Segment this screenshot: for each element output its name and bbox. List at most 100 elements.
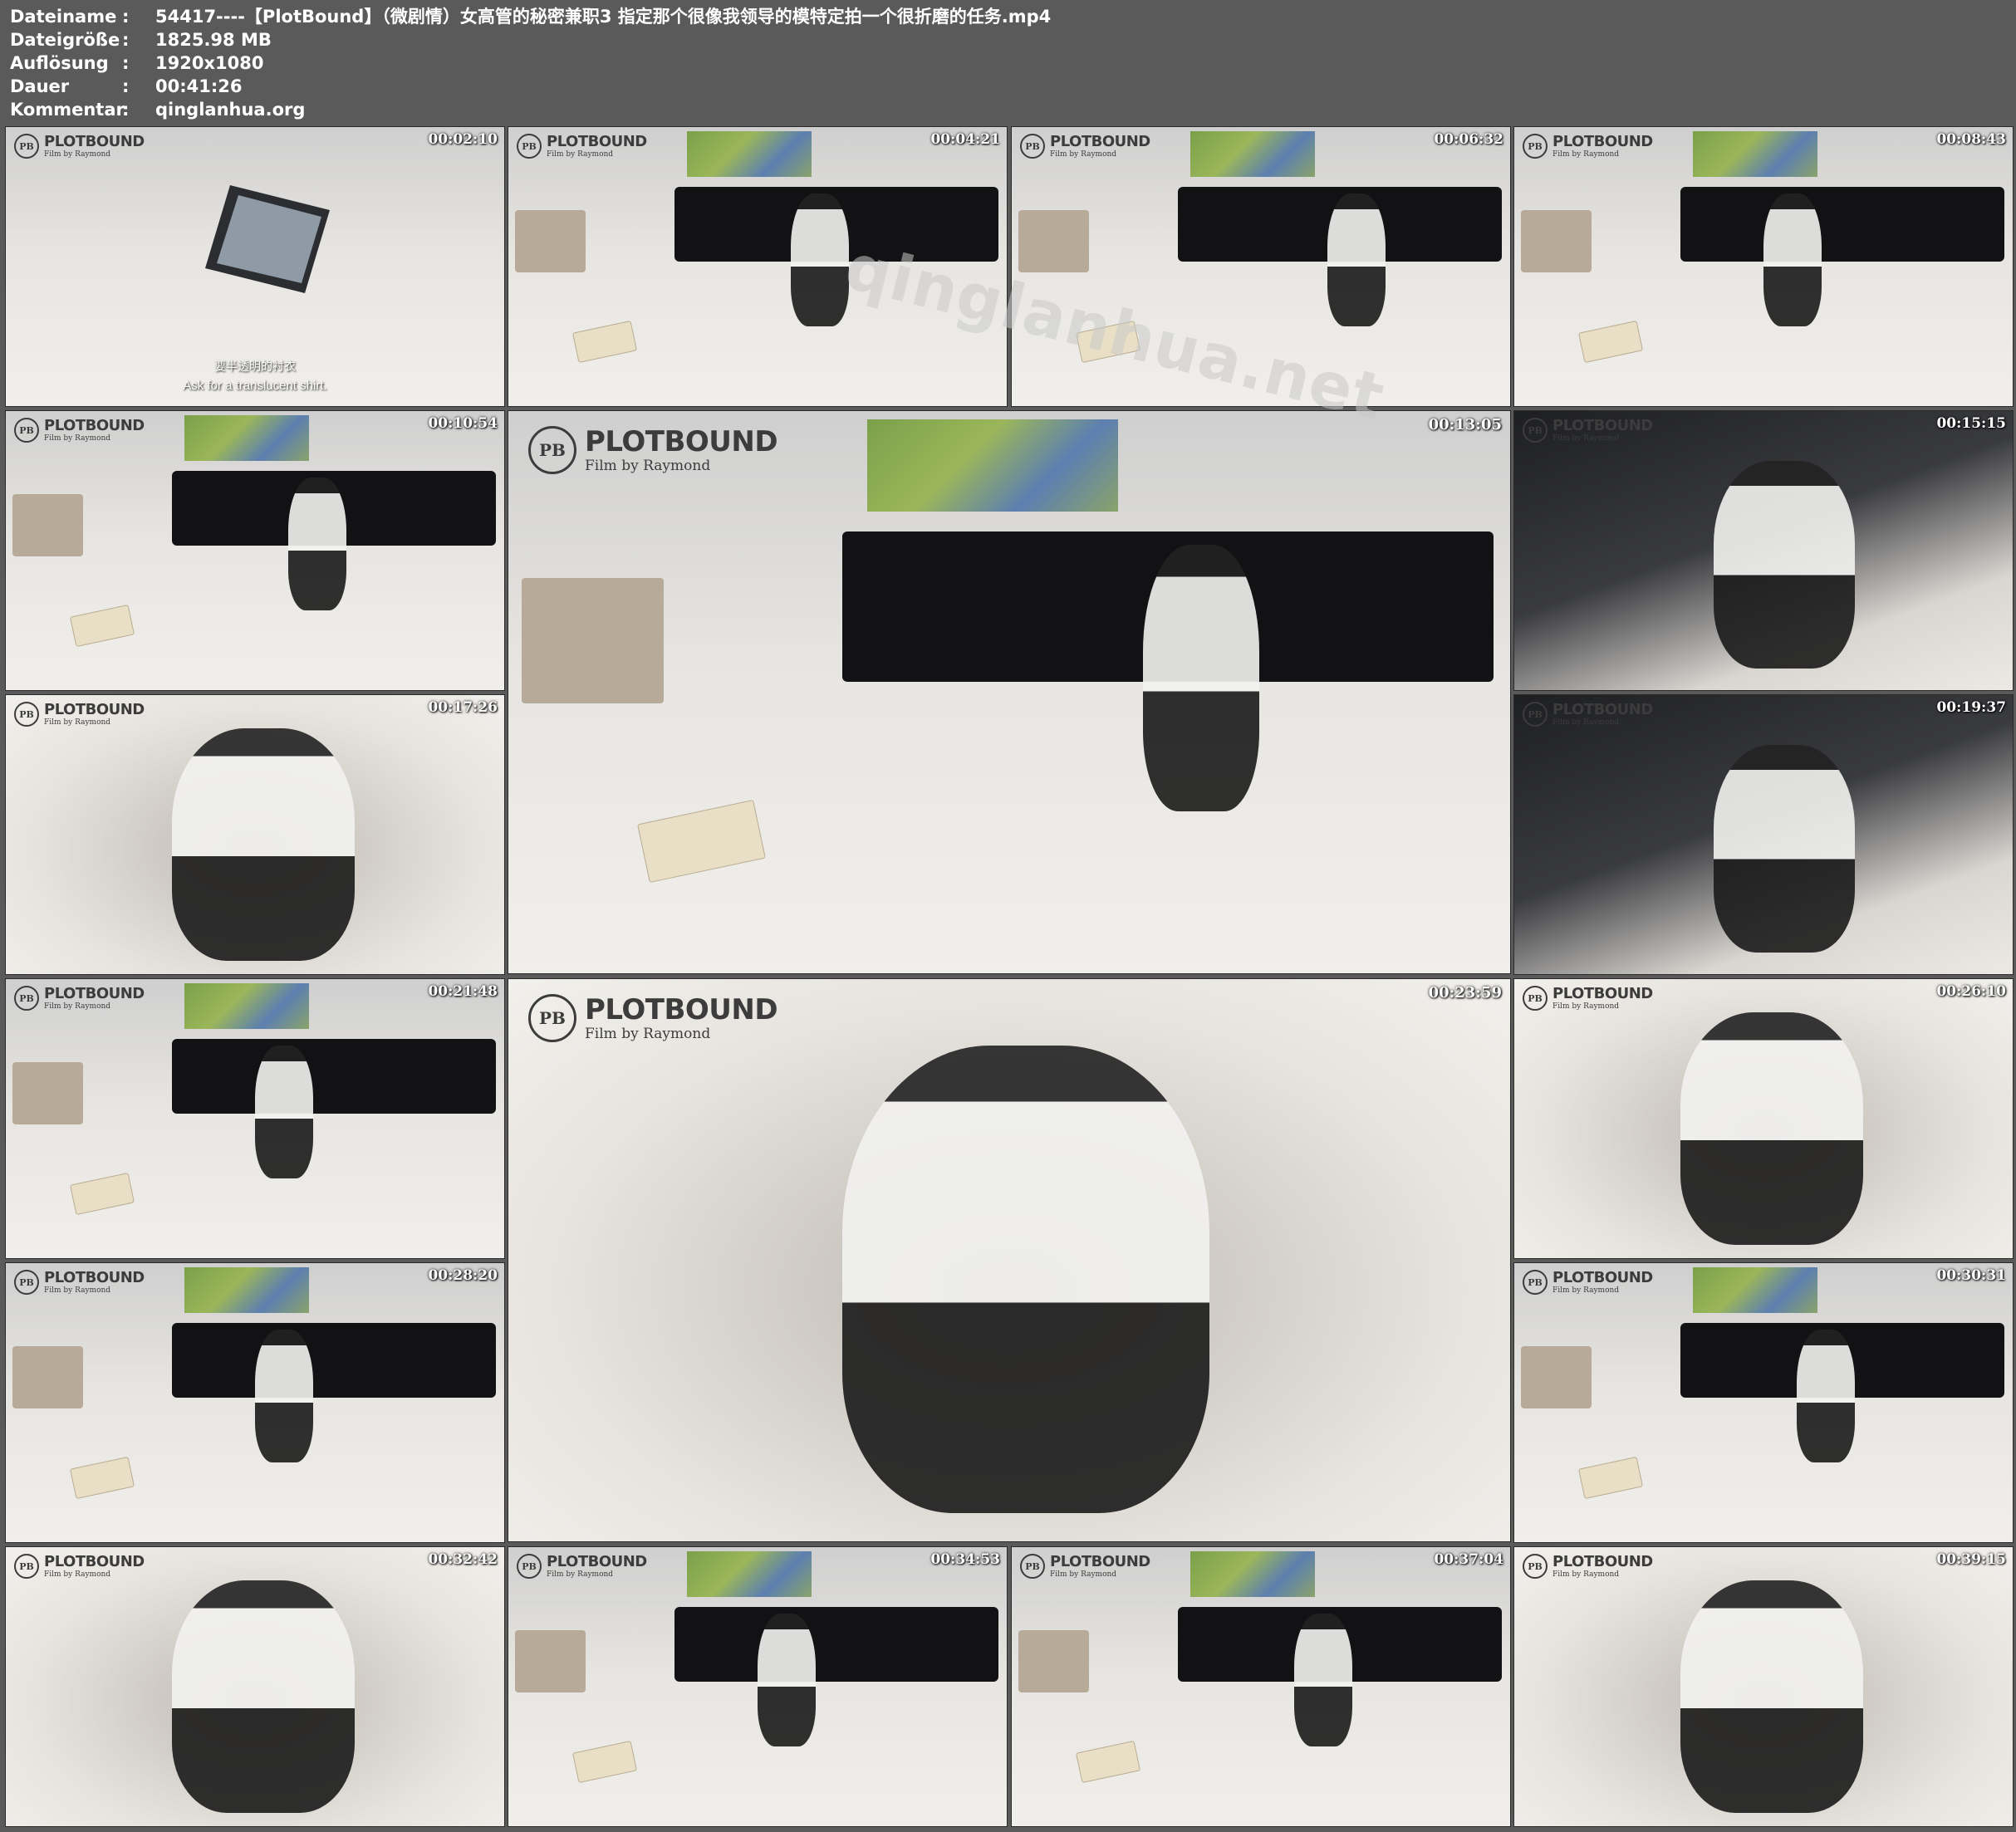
brand-logo: PB PLOTBOUND Film by Raymond: [1523, 986, 1653, 1012]
brand-logo-text: PLOTBOUND Film by Raymond: [44, 1270, 145, 1296]
brand-logo-text: PLOTBOUND Film by Raymond: [1552, 1554, 1653, 1580]
brand-name: PLOTBOUND: [1552, 417, 1653, 434]
video-thumbnail: PB PLOTBOUND Film by Raymond 00:08:43: [1513, 126, 2014, 407]
landscape-painting: [1693, 1267, 1817, 1313]
brand-logo-mark: PB: [1020, 1554, 1045, 1579]
subtitle-chinese: 要半透明的衬衣: [214, 360, 296, 374]
brand-name: PLOTBOUND: [44, 985, 145, 1002]
brand-logo: PB PLOTBOUND Film by Raymond: [1020, 134, 1150, 159]
brand-logo-text: PLOTBOUND Film by Raymond: [547, 1554, 647, 1580]
brand-tagline: Film by Raymond: [1050, 150, 1117, 159]
landscape-painting: [184, 1267, 309, 1313]
brand-tagline: Film by Raymond: [44, 150, 111, 159]
brand-name: PLOTBOUND: [1552, 133, 1653, 150]
video-thumbnail: PB PLOTBOUND Film by Raymond 00:28:20: [5, 1262, 505, 1543]
brand-logo: PB PLOTBOUND Film by Raymond: [517, 134, 647, 159]
brand-name: PLOTBOUND: [585, 425, 778, 458]
brand-tagline: Film by Raymond: [44, 1002, 111, 1011]
armchair: [12, 1346, 83, 1408]
brand-logo-text: PLOTBOUND Film by Raymond: [1552, 702, 1653, 727]
brand-logo-text: PLOTBOUND Film by Raymond: [547, 134, 647, 159]
brand-logo-text: PLOTBOUND Film by Raymond: [44, 1554, 145, 1580]
kneeling-figure: [1294, 1614, 1352, 1746]
kneeling-figure: [758, 1614, 816, 1746]
kneeling-figure: [1327, 193, 1386, 326]
brand-logo-text: PLOTBOUND Film by Raymond: [44, 986, 145, 1012]
frame-timestamp: 00:21:48: [428, 983, 498, 1000]
kneeling-figure: [255, 1046, 313, 1178]
frame-timestamp: 00:37:04: [1434, 1551, 1503, 1568]
black-sofa: [1680, 187, 2004, 262]
brand-logo-mark: PB: [1523, 702, 1548, 727]
frame-timestamp: 00:08:43: [1936, 131, 2006, 148]
file-info-panel: Dateiname: 54417----【PlotBound】（微剧情）女高管的秘…: [10, 5, 1051, 121]
armchair: [1018, 1630, 1089, 1692]
brand-tagline: Film by Raymond: [1552, 1286, 1620, 1295]
brand-logo-text: PLOTBOUND Film by Raymond: [1552, 1270, 1653, 1296]
video-thumbnail: PB PLOTBOUND Film by Raymond 00:39:15: [1513, 1546, 2014, 1827]
video-thumbnail: PB PLOTBOUND Film by Raymond 00:06:32: [1011, 126, 1511, 407]
armchair: [515, 210, 586, 272]
brand-logo-text: PLOTBOUND Film by Raymond: [1552, 418, 1653, 443]
frame-timestamp: 00:02:10: [428, 131, 498, 148]
brand-logo: PB PLOTBOUND Film by Raymond: [14, 1270, 145, 1296]
accessory-tray: [571, 320, 638, 364]
accessory-tray: [69, 604, 135, 648]
accessory-tray: [571, 1740, 638, 1784]
accessory-tray: [1577, 1456, 1644, 1500]
brand-name: PLOTBOUND: [44, 133, 145, 150]
frame-timestamp: 00:30:31: [1936, 1267, 2006, 1284]
file-info-row: Dateigröße: 1825.98 MB: [10, 28, 1051, 51]
brand-logo-mark: PB: [1523, 418, 1548, 443]
armchair: [515, 1630, 586, 1692]
brand-logo-mark: PB: [14, 986, 39, 1011]
brand-logo-mark: PB: [14, 702, 39, 727]
file-info-key: Dauer: [10, 76, 70, 96]
brand-logo-mark: PB: [1523, 1270, 1548, 1295]
brand-logo-text: PLOTBOUND Film by Raymond: [1552, 134, 1653, 159]
brand-name: PLOTBOUND: [1050, 1553, 1150, 1570]
figure-closeup: [1680, 1012, 1863, 1245]
black-sofa: [674, 1607, 998, 1682]
brand-logo: PB PLOTBOUND Film by Raymond: [1523, 418, 1653, 443]
brand-name: PLOTBOUND: [44, 1269, 145, 1286]
figure-closeup: [172, 728, 355, 961]
brand-name: PLOTBOUND: [585, 993, 778, 1026]
figure-closeup: [842, 1046, 1210, 1514]
brand-name: PLOTBOUND: [1552, 985, 1653, 1002]
file-info-value: 1920x1080: [155, 53, 264, 73]
file-info-separator: :: [122, 76, 130, 96]
accessory-tray: [1577, 320, 1644, 364]
kneeling-figure: [791, 193, 849, 326]
video-thumbnail: PB PLOTBOUND Film by Raymond 00:34:53: [508, 1546, 1008, 1827]
figure-closeup: [1714, 461, 1855, 669]
brand-logo-text: PLOTBOUND Film by Raymond: [44, 702, 145, 727]
brand-tagline: Film by Raymond: [44, 1286, 111, 1295]
brand-logo: PB PLOTBOUND Film by Raymond: [1523, 1270, 1653, 1296]
file-info-key: Dateigröße: [10, 30, 120, 50]
brand-logo-text: PLOTBOUND Film by Raymond: [1050, 134, 1150, 159]
brand-logo: PB PLOTBOUND Film by Raymond: [14, 134, 145, 159]
frame-timestamp: 00:28:20: [428, 1267, 498, 1284]
video-thumbnail: PB PLOTBOUND Film by Raymond 00:37:04: [1011, 1546, 1511, 1827]
file-info-row: Kommentar: qinglanhua.org: [10, 98, 1051, 121]
brand-tagline: Film by Raymond: [1050, 1570, 1117, 1579]
video-thumbnail: PB PLOTBOUND Film by Raymond 00:10:54: [5, 410, 505, 691]
brand-name: PLOTBOUND: [1050, 133, 1150, 150]
video-thumbnail: PB PLOTBOUND Film by Raymond 00:19:37: [1513, 694, 2014, 975]
kneeling-figure: [255, 1330, 313, 1462]
accessory-tray: [69, 1456, 135, 1500]
video-thumbnail: PB PLOTBOUND Film by Raymond 00:23:59: [508, 978, 1511, 1542]
brand-name: PLOTBOUND: [1552, 1553, 1653, 1570]
file-info-separator: :: [122, 100, 130, 120]
brand-logo: PB PLOTBOUND Film by Raymond: [14, 702, 145, 727]
brand-tagline: Film by Raymond: [1552, 150, 1620, 159]
brand-logo-mark: PB: [517, 134, 542, 159]
brand-name: PLOTBOUND: [547, 133, 647, 150]
video-thumbnail: PB PLOTBOUND Film by Raymond 00:32:42: [5, 1546, 505, 1827]
laptop: [205, 177, 330, 301]
frame-timestamp: 00:17:26: [428, 699, 498, 716]
brand-logo-text: PLOTBOUND Film by Raymond: [585, 425, 778, 474]
video-thumbnail: PB PLOTBOUND Film by Raymond 00:02:10 要半透明的衬…: [5, 126, 505, 407]
brand-logo-text: PLOTBOUND Film by Raymond: [1552, 986, 1653, 1012]
